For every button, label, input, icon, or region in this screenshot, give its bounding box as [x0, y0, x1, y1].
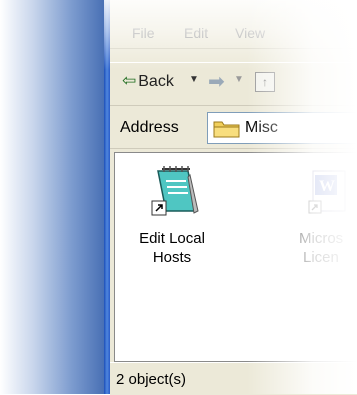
file-label-line2: Hosts — [152, 249, 192, 266]
back-arrow-icon: ⇦ — [122, 71, 137, 90]
address-field[interactable]: Misc — [207, 112, 357, 144]
address-label: Address — [120, 119, 179, 136]
folder-icon — [213, 121, 240, 138]
back-dropdown-icon[interactable]: ▼ — [189, 74, 199, 85]
back-button[interactable]: ⇦ Back — [122, 71, 174, 91]
file-item-microsoft-licence[interactable]: W Micros Licen — [287, 163, 357, 293]
menu-bar: File Edit View — [110, 20, 357, 49]
svg-text:W: W — [319, 178, 335, 195]
file-label-line1: Micros — [299, 230, 344, 247]
menu-view[interactable]: View — [235, 25, 265, 41]
file-label-line2: Licen — [303, 249, 339, 266]
file-item-edit-local-hosts[interactable]: Edit Local Hosts — [117, 163, 227, 293]
up-folder-icon[interactable]: ↑ — [255, 72, 275, 92]
file-label-line1: Edit Local — [139, 230, 205, 247]
address-bar: Address Misc — [110, 108, 357, 149]
back-label: Back — [138, 73, 174, 90]
desktop-background — [0, 0, 110, 394]
menu-file[interactable]: File — [132, 25, 155, 41]
forward-arrow-icon[interactable]: ➡ — [208, 69, 225, 94]
status-text: 2 object(s) — [116, 371, 187, 388]
address-value: Misc — [245, 119, 278, 136]
menu-edit[interactable]: Edit — [184, 25, 208, 41]
word-document-icon: W — [308, 170, 346, 214]
notepad-icon — [151, 166, 199, 216]
toolbar: ⇦ Back ▼ ➡ ▼ ↑ — [110, 62, 357, 106]
explorer-window: File Edit View ⇦ Back ▼ ➡ ▼ ↑ Address Mis… — [104, 0, 357, 395]
file-list: Edit Local Hosts W Micros Licen — [114, 152, 357, 362]
status-bar: 2 object(s) — [110, 362, 357, 395]
forward-dropdown-icon[interactable]: ▼ — [234, 74, 244, 85]
window-left-border — [104, 0, 110, 394]
